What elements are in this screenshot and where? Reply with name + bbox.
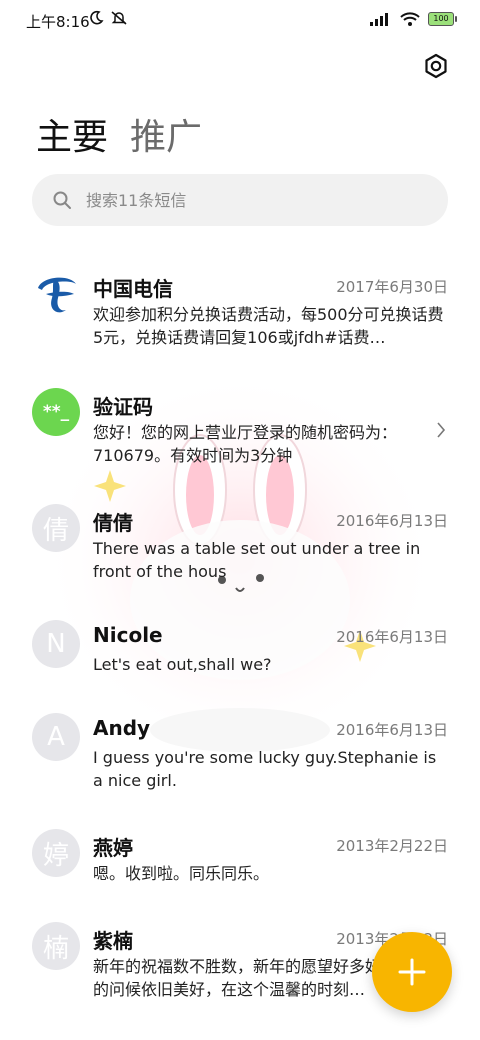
conversation-preview: Let's eat out,shall we? (93, 655, 272, 674)
conversation-name: 燕婷 (93, 836, 133, 860)
contact-avatar: A (32, 713, 80, 761)
conversation-preview: There was a table set out under a tree i… (93, 539, 421, 581)
moon-icon (90, 10, 104, 25)
conversation-preview: 欢迎参加积分兑换话费活动，每500分可兑换话费5元，兑换话费请回复106或jfd… (93, 305, 444, 347)
conversation-date: 2016年6月13日 (336, 628, 448, 646)
conversation-name: 中国电信 (93, 277, 173, 301)
china-telecom-logo-icon (38, 277, 76, 313)
conversation-name: 倩倩 (93, 511, 133, 535)
conversation-preview: I guess you're some lucky guy.Stephanie … (93, 748, 437, 790)
conversation-date: 2016年6月13日 (336, 512, 448, 530)
search-icon (53, 191, 71, 209)
new-message-button[interactable] (372, 932, 452, 1012)
verification-avatar: **_ (32, 388, 80, 436)
search-bar[interactable] (32, 174, 448, 226)
conversation-name: 紫楠 (93, 929, 133, 953)
signal-icon (370, 13, 388, 26)
conversation-date: 2013年2月22日 (336, 837, 448, 855)
chevron-right-icon[interactable] (436, 422, 446, 438)
conversation-date: 2016年6月13日 (336, 721, 448, 739)
mute-bell-icon (111, 11, 127, 25)
wifi-icon (400, 12, 420, 26)
plus-icon (398, 958, 426, 986)
conversation-preview: 您好！您的网上营业厅登录的随机密码为：710679。有效时间为3分钟 (93, 423, 398, 465)
contact-avatar: N (32, 620, 80, 668)
battery-level: 100 (433, 14, 449, 23)
status-bar: 上午8:16 100 (0, 0, 480, 40)
tab-main[interactable]: 主要 (36, 108, 108, 160)
conversation-date: 2017年6月30日 (336, 278, 448, 296)
contact-avatar: 楠 (32, 922, 80, 970)
contact-avatar: 婷 (32, 829, 80, 877)
conversation-name: Andy (93, 716, 151, 740)
settings-icon[interactable] (422, 52, 450, 80)
conversation-preview: 嗯。收到啦。同乐同乐。 (93, 864, 270, 883)
status-time: 上午8:16 (26, 13, 90, 31)
search-input[interactable] (84, 189, 388, 211)
message-tabs: 主要 推广 (36, 108, 202, 160)
conversation-name: Nicole (93, 623, 163, 647)
tab-promo[interactable]: 推广 (130, 108, 202, 160)
conversation-name: 验证码 (93, 395, 153, 419)
contact-avatar: 倩 (32, 504, 80, 552)
battery-icon: 100 (428, 12, 457, 26)
